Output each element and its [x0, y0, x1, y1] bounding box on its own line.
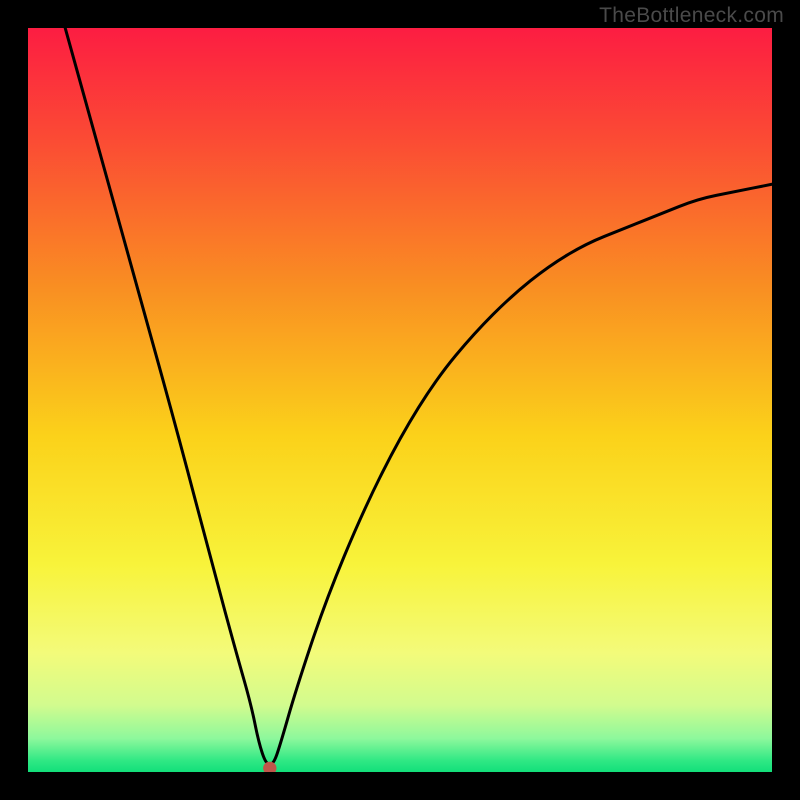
chart-frame: TheBottleneck.com: [0, 0, 800, 800]
plot-background: [28, 28, 772, 772]
chart-svg: [28, 28, 772, 772]
watermark-text: TheBottleneck.com: [599, 4, 784, 28]
plot-area: [28, 28, 772, 772]
